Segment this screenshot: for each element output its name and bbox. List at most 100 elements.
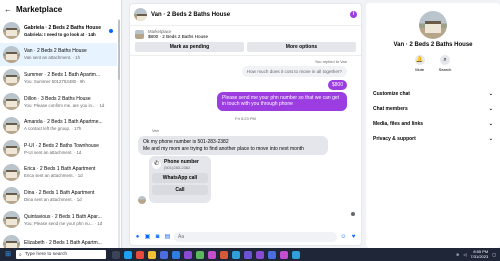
- conversation-preview: Dina sent an attachment. · 1d: [24, 196, 82, 202]
- conversation-item[interactable]: Elizabeth · 2 Beds 1 Bath Apartm...: [0, 231, 117, 248]
- conversation-item[interactable]: Dillon · 3 Beds 2 Baths House You: Please…: [0, 90, 117, 114]
- conversation-item[interactable]: Gabriela · 2 Beds 2 Baths House Gabriela:…: [0, 19, 117, 43]
- conversation-avatar: [3, 234, 20, 248]
- task-view-icon[interactable]: [112, 250, 120, 259]
- chat-avatar[interactable]: [134, 8, 147, 21]
- quoted-message[interactable]: How much does it cost to move in all tog…: [241, 66, 347, 77]
- conversation-name: Amanda · 2 Beds 1 Bath Apartme...: [24, 119, 103, 126]
- conversation-item[interactable]: Dina · 2 Beds 1 Bath Apartment Dina sent …: [0, 184, 117, 208]
- phone-number-card: ✆ Phone number (501)283-2382 WhatsApp ca…: [149, 156, 211, 203]
- conversation-item[interactable]: Van · 2 Beds 2 Baths House Van sent an at…: [0, 42, 117, 67]
- app-icon[interactable]: [232, 250, 240, 259]
- app-icon[interactable]: [256, 250, 264, 259]
- conversation-name: Summer · 2 Beds 1 Bath Apartm...: [24, 71, 101, 78]
- edge-icon[interactable]: [124, 250, 132, 259]
- mail-icon[interactable]: [172, 250, 180, 259]
- search-label: Search: [438, 67, 452, 72]
- conversation-info-panel: Van · 2 Beds 2 Baths House 🔔 Mute ⌕ Sear…: [366, 3, 500, 248]
- conversation-name: Elizabeth · 2 Beds 1 Bath Apartm...: [24, 239, 102, 246]
- more-options-button[interactable]: More options: [247, 42, 356, 52]
- phone-icon: ✆: [152, 160, 161, 169]
- conversation-item[interactable]: Summer · 2 Beds 1 Bath Apartm... You: Sum…: [0, 66, 117, 90]
- system-tray: ≋ ◁ 8:55 PM 7/31/2023 ▢: [456, 249, 500, 259]
- conversation-avatar: [3, 93, 20, 111]
- conversation-sidebar: ← Marketplace Gabriela · 2 Beds 2 Baths …: [0, 0, 122, 248]
- phone-card-number: (501)283-2382: [164, 165, 191, 170]
- contact-name: Van · 2 Beds 2 Baths House: [393, 42, 473, 48]
- conversation-name: Dina · 2 Beds 1 Bath Apartment: [24, 189, 95, 196]
- bell-icon: 🔔: [414, 55, 425, 65]
- app-icon[interactable]: [208, 250, 216, 259]
- windows-start-icon[interactable]: ⊞: [3, 250, 13, 260]
- taskbar-search-placeholder: Type here to search: [24, 252, 68, 257]
- like-icon[interactable]: ♥: [350, 234, 357, 241]
- conversation-avatar: [3, 22, 20, 40]
- outgoing-message[interactable]: $800: [327, 80, 347, 90]
- conversation-item[interactable]: Erica · 2 Beds 1 Bath Apartment Erica sen…: [0, 161, 117, 185]
- app-icon[interactable]: [268, 250, 276, 259]
- taskbar-search[interactable]: ⌕ Type here to search: [16, 250, 106, 259]
- menu-privacy-support[interactable]: Privacy & support ⌄: [373, 131, 493, 146]
- emoji-icon[interactable]: ☺: [340, 234, 347, 241]
- chevron-down-icon: ⌄: [488, 90, 493, 97]
- listing-price[interactable]: $800 · 2 Beds 2 Baths House: [148, 34, 208, 39]
- conversation-name: Gabriela · 2 Beds 2 Baths House: [24, 24, 101, 31]
- unread-dot: [109, 29, 113, 33]
- call-button[interactable]: Call: [152, 185, 208, 195]
- message-input[interactable]: [174, 232, 337, 242]
- whatsapp-call-button[interactable]: WhatsApp call: [152, 173, 208, 183]
- search-icon: ⌕: [19, 252, 22, 258]
- info-menu: Customize chat ⌄ Chat members ⌄ Media, fil…: [373, 86, 493, 146]
- conversation-preview: P-UI sent an attachment. · 1d: [24, 149, 82, 155]
- conversation-item[interactable]: Amanda · 2 Beds 1 Bath Apartme... A conta…: [0, 113, 117, 137]
- listing-thumbnail[interactable]: [135, 29, 144, 39]
- replied-label: You replied to Van: [314, 59, 347, 64]
- sidebar-title: Marketplace: [16, 5, 63, 14]
- conversation-name: Quintavious · 2 Beds 1 Bath Apar...: [24, 213, 102, 220]
- notifications-icon[interactable]: ▢: [492, 252, 496, 257]
- chat-title[interactable]: Van · 2 Beds 2 Baths House: [151, 12, 230, 18]
- conversation-avatar: [3, 211, 20, 229]
- composer: ● ▣ ◙ ▤ ☺ ♥: [130, 229, 361, 245]
- app-icon[interactable]: [220, 250, 228, 259]
- mark-as-pending-button[interactable]: Mark as pending: [135, 42, 244, 52]
- conversation-preview: You: Please send me your phn nu... · 1d: [24, 220, 103, 226]
- conversation-item[interactable]: Quintavious · 2 Beds 1 Bath Apar... You: …: [0, 208, 117, 232]
- app-icon[interactable]: [292, 250, 300, 259]
- message-timestamp: Fri 5:23 PM: [235, 116, 256, 121]
- microphone-icon[interactable]: ●: [134, 234, 141, 241]
- conversation-name: Dillon · 3 Beds 2 Baths House: [24, 95, 91, 102]
- menu-media-files[interactable]: Media, files and links ⌄: [373, 116, 493, 131]
- wifi-icon[interactable]: ≋: [456, 252, 459, 257]
- search-button[interactable]: ⌕ Search: [438, 55, 452, 72]
- sidebar-scrollbar-thumb[interactable]: [118, 20, 120, 80]
- incoming-message[interactable]: Ok my phone number is 501-283-2382 Me an…: [138, 136, 328, 156]
- app-icon[interactable]: [196, 250, 204, 259]
- chevron-down-icon: ⌄: [488, 135, 493, 142]
- conversation-preview: You: Summer 5012753480 · 9h: [24, 78, 85, 84]
- sticker-icon[interactable]: ◙: [154, 234, 161, 241]
- conversation-name: P-UI · 2 Beds 2 Baths Townhouse: [24, 142, 99, 149]
- search-icon: ⌕: [440, 55, 450, 65]
- outgoing-message[interactable]: Please send me your phn number so that w…: [217, 92, 347, 111]
- image-icon[interactable]: ▣: [144, 234, 151, 241]
- conversation-name: Erica · 2 Beds 1 Bath Apartment: [24, 166, 96, 173]
- app-icon[interactable]: [184, 250, 192, 259]
- conversation-avatar: [3, 187, 20, 205]
- volume-icon[interactable]: ◁: [463, 252, 466, 257]
- contact-avatar[interactable]: [419, 11, 447, 39]
- app-icon[interactable]: [280, 250, 288, 259]
- info-icon[interactable]: i: [350, 11, 357, 18]
- app-icon[interactable]: [244, 250, 252, 259]
- chrome-icon[interactable]: [136, 250, 144, 259]
- conversation-list: Gabriela · 2 Beds 2 Baths House Gabriela:…: [0, 19, 117, 248]
- menu-customize-chat[interactable]: Customize chat ⌄: [373, 86, 493, 101]
- file-explorer-icon[interactable]: [148, 250, 156, 259]
- gif-icon[interactable]: ▤: [164, 234, 171, 241]
- back-arrow-icon[interactable]: ←: [4, 5, 12, 14]
- menu-chat-members[interactable]: Chat members ⌄: [373, 101, 493, 116]
- mute-button[interactable]: 🔔 Mute: [414, 55, 425, 72]
- store-icon[interactable]: [160, 250, 168, 259]
- conversation-item[interactable]: P-UI · 2 Beds 2 Baths Townhouse P-UI sent…: [0, 137, 117, 161]
- clock[interactable]: 8:55 PM 7/31/2023: [470, 249, 488, 259]
